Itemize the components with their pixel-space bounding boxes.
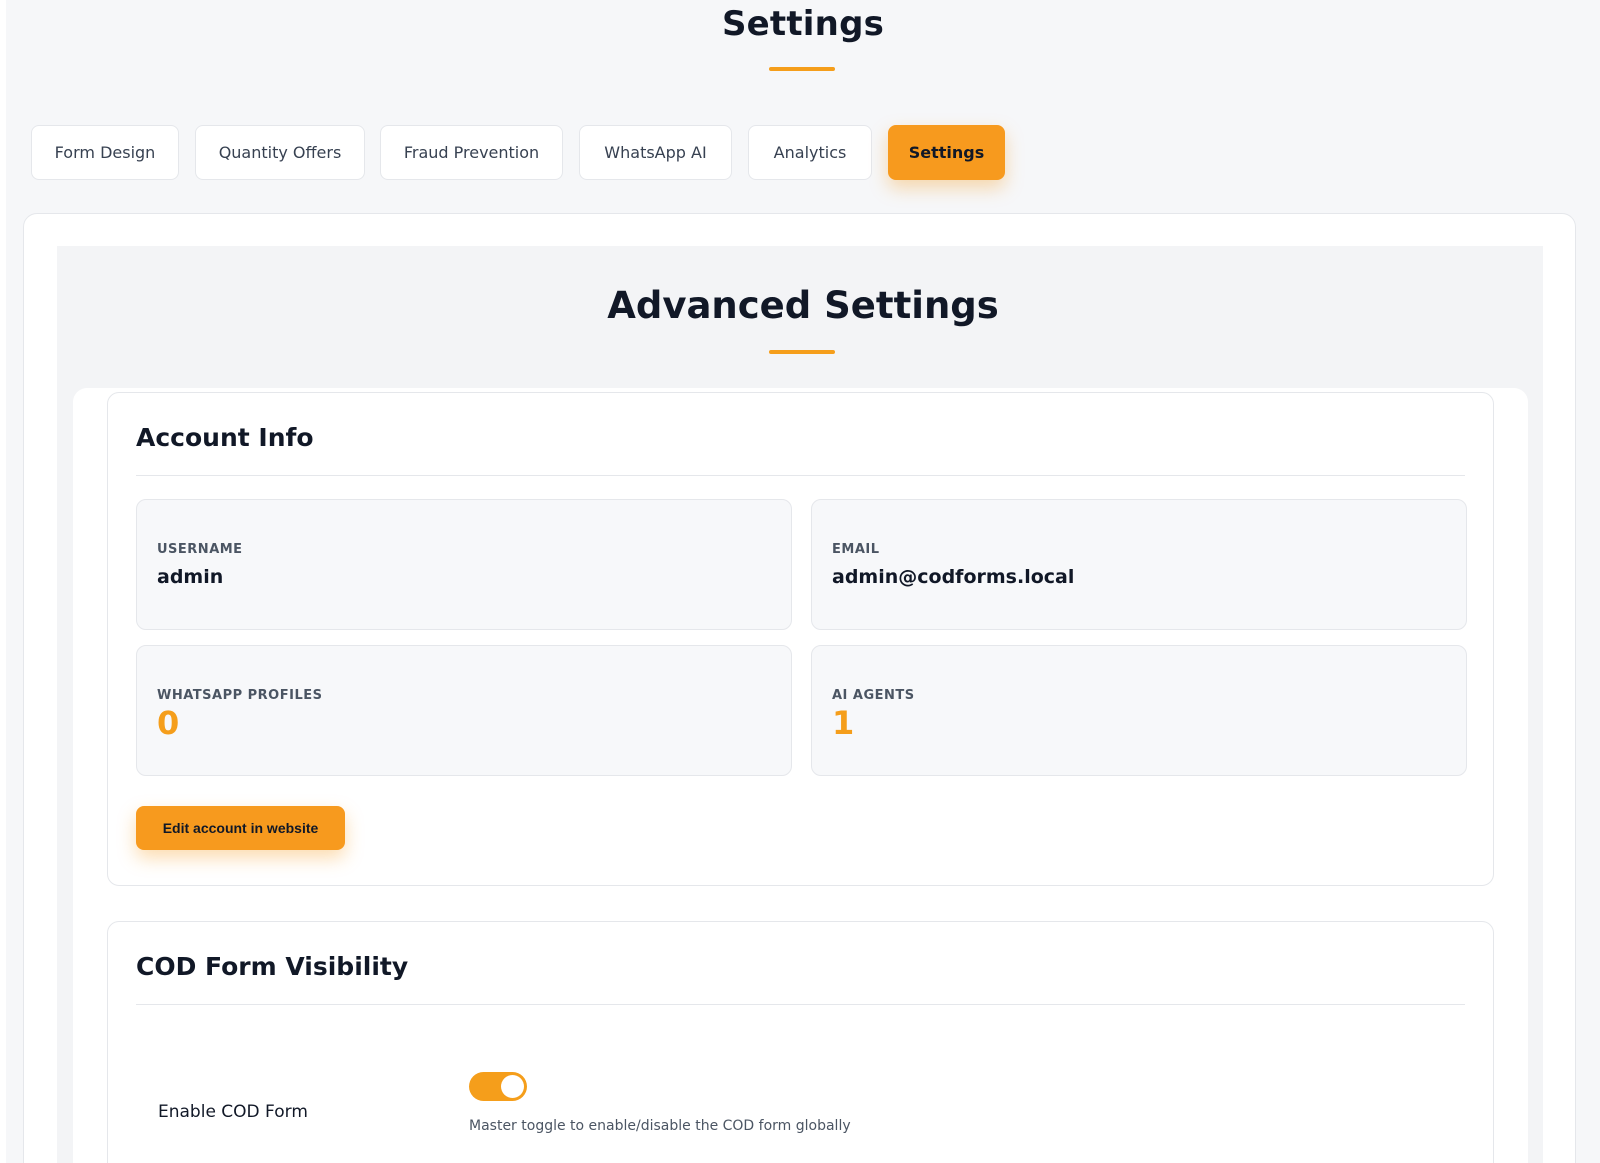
enable-cod-form-toggle[interactable] bbox=[469, 1072, 527, 1101]
tab-analytics[interactable]: Analytics bbox=[748, 125, 872, 180]
toggle-knob bbox=[501, 1075, 524, 1098]
whatsapp-profiles-count: 0 bbox=[157, 704, 180, 742]
email-label: EMAIL bbox=[832, 542, 880, 557]
advanced-settings-title: Advanced Settings bbox=[607, 284, 999, 327]
ai-agents-count: 1 bbox=[832, 704, 855, 742]
username-card: USERNAME admin bbox=[136, 499, 792, 630]
email-card: EMAIL admin@codforms.local bbox=[811, 499, 1467, 630]
username-value: admin bbox=[157, 566, 224, 588]
tab-quantity-offers[interactable]: Quantity Offers bbox=[195, 125, 365, 180]
enable-cod-form-help: Master toggle to enable/disable the COD … bbox=[469, 1118, 851, 1134]
cod-visibility-title: COD Form Visibility bbox=[136, 952, 409, 981]
advanced-title-underline bbox=[769, 350, 835, 354]
tab-fraud-prevention[interactable]: Fraud Prevention bbox=[380, 125, 563, 180]
whatsapp-profiles-card: WHATSAPP PROFILES 0 bbox=[136, 645, 792, 776]
tab-settings[interactable]: Settings bbox=[888, 125, 1005, 180]
whatsapp-profiles-label: WHATSAPP PROFILES bbox=[157, 688, 323, 703]
ai-agents-label: AI AGENTS bbox=[832, 688, 915, 703]
username-label: USERNAME bbox=[157, 542, 243, 557]
tab-form-design[interactable]: Form Design bbox=[31, 125, 179, 180]
section-divider bbox=[136, 1004, 1465, 1005]
edit-account-button[interactable]: Edit account in website bbox=[136, 806, 345, 850]
enable-cod-form-label: Enable COD Form bbox=[158, 1102, 308, 1122]
cod-visibility-section: COD Form Visibility Enable COD Form Mast… bbox=[107, 921, 1494, 1163]
tab-whatsapp-ai[interactable]: WhatsApp AI bbox=[579, 125, 732, 180]
ai-agents-card: AI AGENTS 1 bbox=[811, 645, 1467, 776]
app-window: Settings Form Design Quantity Offers Fra… bbox=[6, 0, 1600, 1163]
account-info-title: Account Info bbox=[136, 423, 314, 452]
email-value: admin@codforms.local bbox=[832, 566, 1075, 588]
page-title: Settings bbox=[721, 4, 885, 44]
section-divider bbox=[136, 475, 1465, 476]
account-info-section: Account Info USERNAME admin EMAIL admin@… bbox=[107, 392, 1494, 886]
title-underline bbox=[769, 67, 835, 71]
